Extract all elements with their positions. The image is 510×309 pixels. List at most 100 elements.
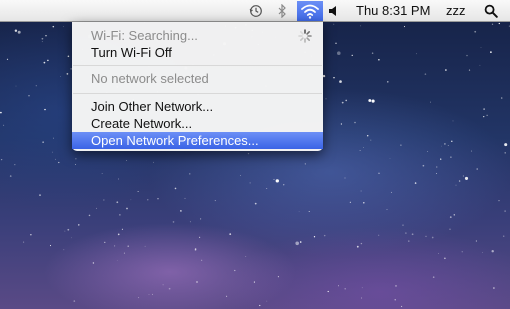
- bluetooth-icon[interactable]: [276, 3, 288, 19]
- star: [55, 158, 56, 160]
- star: [502, 235, 505, 237]
- menubar-clock[interactable]: Thu 8:31 PM: [356, 3, 430, 19]
- wifi-icon: [301, 4, 319, 19]
- star: [17, 30, 21, 34]
- open-network-preferences-item[interactable]: Open Network Preferences...: [72, 132, 323, 149]
- star: [378, 172, 380, 174]
- star: [174, 187, 177, 190]
- star: [400, 144, 402, 146]
- star: [427, 150, 429, 152]
- star: [152, 293, 153, 295]
- wifi-status-label: Wi-Fi: Searching...: [91, 28, 198, 43]
- star: [371, 52, 374, 54]
- star: [138, 297, 140, 299]
- star: [486, 114, 488, 116]
- join-other-network-item[interactable]: Join Other Network...: [72, 98, 323, 115]
- star: [450, 156, 452, 158]
- star: [259, 304, 261, 307]
- star: [0, 111, 2, 114]
- star: [42, 141, 44, 143]
- star: [35, 85, 37, 87]
- star: [52, 25, 55, 28]
- star: [476, 168, 478, 170]
- star: [88, 214, 91, 217]
- star: [0, 158, 3, 161]
- menu-bar: Thu 8:31 PM zzz: [0, 0, 510, 22]
- star: [322, 74, 326, 78]
- star: [468, 69, 471, 71]
- star: [266, 300, 268, 302]
- star: [47, 59, 49, 62]
- star: [461, 251, 463, 253]
- star: [361, 297, 363, 299]
- star: [9, 175, 12, 177]
- star: [295, 241, 300, 246]
- star: [395, 285, 397, 287]
- star: [337, 51, 341, 55]
- star: [360, 190, 362, 192]
- star: [75, 158, 77, 160]
- star: [482, 252, 483, 253]
- no-network-label: No network selected: [91, 71, 209, 86]
- star: [453, 214, 456, 216]
- star: [447, 145, 449, 146]
- volume-icon[interactable]: [327, 3, 341, 19]
- star: [104, 241, 106, 243]
- screen: Thu 8:31 PM zzz Wi-Fi: Searching... Turn…: [0, 0, 510, 309]
- star: [452, 120, 454, 122]
- star: [441, 145, 442, 147]
- star: [75, 163, 77, 165]
- star: [28, 95, 30, 97]
- star: [52, 137, 55, 139]
- star: [23, 241, 25, 243]
- star: [52, 151, 54, 153]
- star: [114, 245, 116, 247]
- star: [15, 85, 17, 87]
- star: [127, 245, 129, 247]
- star: [118, 178, 119, 180]
- star: [44, 108, 46, 111]
- star: [240, 175, 241, 177]
- star: [130, 199, 132, 201]
- star: [414, 182, 417, 184]
- star: [299, 241, 302, 243]
- spotlight-search-icon[interactable]: [483, 3, 499, 19]
- star: [408, 240, 410, 242]
- star: [360, 242, 363, 245]
- star: [411, 233, 414, 236]
- star: [475, 240, 478, 242]
- star: [184, 197, 186, 199]
- star: [275, 179, 279, 183]
- star: [70, 237, 72, 239]
- star: [247, 152, 250, 155]
- star: [180, 210, 182, 212]
- star: [458, 180, 461, 182]
- menu-separator: [73, 65, 322, 66]
- star: [162, 284, 164, 286]
- star: [363, 201, 365, 204]
- star: [325, 98, 327, 100]
- star: [498, 200, 500, 202]
- star: [470, 150, 473, 152]
- star: [49, 245, 52, 247]
- turn-wifi-off-item[interactable]: Turn Wi-Fi Off: [72, 44, 323, 61]
- create-network-item[interactable]: Create Network...: [72, 115, 323, 132]
- star: [137, 191, 139, 193]
- wifi-menu-extra[interactable]: [297, 1, 323, 21]
- star: [41, 41, 43, 43]
- star: [200, 218, 202, 220]
- star: [449, 216, 452, 218]
- star: [504, 152, 506, 154]
- time-machine-icon[interactable]: [248, 3, 264, 19]
- star: [422, 164, 425, 167]
- menubar-user[interactable]: zzz: [446, 3, 466, 19]
- star: [126, 207, 128, 210]
- star: [229, 233, 232, 235]
- star: [14, 163, 16, 166]
- star: [498, 22, 500, 25]
- star: [405, 232, 407, 234]
- star: [445, 69, 447, 71]
- star: [214, 200, 216, 202]
- star: [370, 139, 372, 141]
- star: [363, 146, 365, 148]
